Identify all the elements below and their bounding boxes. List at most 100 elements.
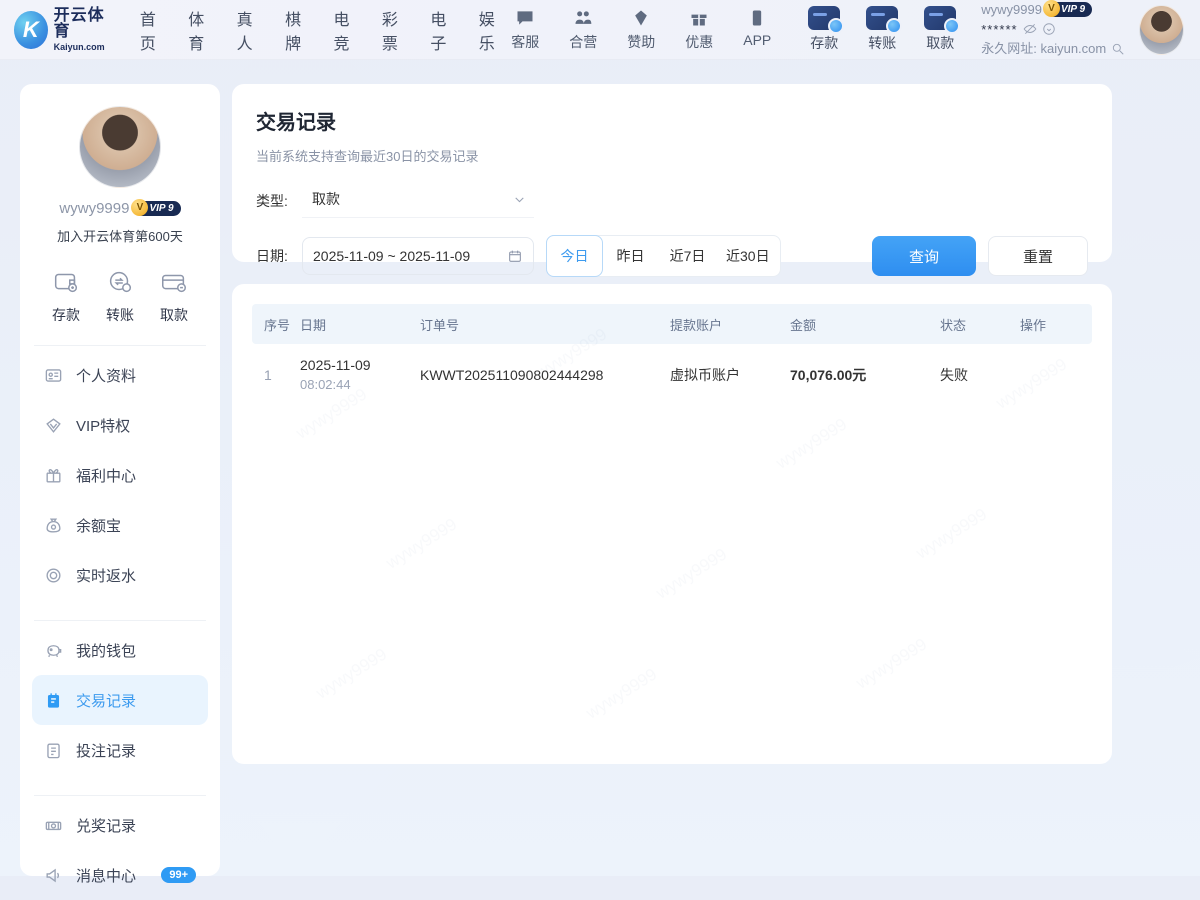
quick-date-today[interactable]: 今日 <box>546 235 603 277</box>
row-account: 虚拟币账户 <box>670 365 790 385</box>
nav-home[interactable]: 首页 <box>140 6 166 54</box>
masked-balance: ****** <box>981 21 1017 39</box>
promo-button[interactable]: 优惠 <box>679 8 719 52</box>
sidebar-withdraw-button[interactable]: 取款 <box>150 267 198 325</box>
bet-record-icon <box>44 741 63 760</box>
nav-esports[interactable]: 电竞 <box>334 6 360 54</box>
sidebar-menu-records: 我的钱包 交易记录 投注记录 <box>32 625 208 775</box>
sponsor-button[interactable]: 赞助 <box>621 8 661 52</box>
quick-date-yesterday[interactable]: 昨日 <box>602 236 659 276</box>
partner-button[interactable]: 合营 <box>563 8 603 52</box>
row-order-no: KWWT202511090802444298 <box>420 367 670 383</box>
table-row: 1 2025-11-09 08:02:44 KWWT20251109080244… <box>252 344 1092 406</box>
row-date: 2025-11-09 08:02:44 <box>300 355 420 394</box>
row-index: 1 <box>252 367 300 383</box>
sidebar-item-welfare[interactable]: 福利中心 <box>32 450 208 500</box>
user-avatar[interactable] <box>1139 5 1184 55</box>
transaction-record-icon <box>44 691 63 710</box>
col-date: 日期 <box>300 315 420 334</box>
app-download-button[interactable]: APP <box>737 8 777 52</box>
nav-slots[interactable]: 电子 <box>430 6 456 54</box>
sidebar-item-transactions[interactable]: 交易记录 <box>32 675 208 725</box>
top-bar: K 开云体育 Kaiyun.com 首页 体育 真人 棋牌 电竞 彩票 电子 娱… <box>0 0 1200 60</box>
row-status: 失败 <box>940 365 1020 385</box>
reset-button[interactable]: 重置 <box>988 236 1088 276</box>
sidebar-menu: 个人资料 VIP特权 福利中心 余额宝 实时返水 <box>32 350 208 600</box>
chat-icon <box>515 8 535 28</box>
chevron-down-icon <box>513 193 526 206</box>
username: wywy9999 <box>981 1 1042 19</box>
quick-date-30days[interactable]: 近30日 <box>716 236 780 276</box>
people-icon <box>573 8 593 28</box>
welfare-gift-icon <box>44 466 63 485</box>
nav-cards[interactable]: 棋牌 <box>285 6 311 54</box>
table-header: 序号 日期 订单号 提款账户 金额 状态 操作 <box>252 304 1092 344</box>
header-actions: 客服 合营 赞助 优惠 APP <box>505 8 777 52</box>
exchange-icon <box>105 267 135 297</box>
diamond-icon <box>631 8 651 28</box>
sidebar-menu-other: 兑奖记录 消息中心 99+ <box>32 800 208 900</box>
sidebar-item-wallet[interactable]: 我的钱包 <box>32 625 208 675</box>
quick-date-7days[interactable]: 近7日 <box>659 236 716 276</box>
megaphone-icon <box>44 866 63 885</box>
magnifier-icon[interactable] <box>1111 42 1125 56</box>
type-select[interactable]: 取款 <box>302 183 534 218</box>
id-card-icon <box>44 366 63 385</box>
brand-logo-icon: K <box>14 11 48 49</box>
sidebar-item-yuebao[interactable]: 余额宝 <box>32 500 208 550</box>
sidebar-item-vip[interactable]: VIP特权 <box>32 400 208 450</box>
sidebar-item-prizes[interactable]: 兑奖记录 <box>32 800 208 850</box>
permanent-url: 永久网址: kaiyun.com <box>981 40 1106 58</box>
nav-lottery[interactable]: 彩票 <box>382 6 408 54</box>
prize-icon <box>44 816 63 835</box>
date-label: 日期: <box>256 246 302 266</box>
row-amount: 70,076.00元 <box>790 365 940 385</box>
sidebar-item-messages[interactable]: 消息中心 99+ <box>32 850 208 900</box>
sidebar-item-bets[interactable]: 投注记录 <box>32 725 208 775</box>
nav-live[interactable]: 真人 <box>237 6 263 54</box>
refresh-balance-icon[interactable] <box>1042 22 1056 36</box>
sidebar-divider <box>34 620 206 621</box>
vip-diamond-icon <box>44 416 63 435</box>
sidebar-transfer-button[interactable]: 转账 <box>96 267 144 325</box>
transfer-button[interactable]: 转账 <box>861 6 903 53</box>
sidebar: wywy9999 VIP 9 加入开云体育第600天 存款 转账 取款 个人资料… <box>20 84 220 876</box>
search-button[interactable]: 查询 <box>872 236 976 276</box>
piggy-bank-icon <box>44 641 63 660</box>
header-money-actions: 存款 转账 取款 <box>803 6 961 53</box>
records-table-card: wywy9999 wywy9999 wywy9999 wywy9999 wywy… <box>232 284 1112 764</box>
profile-username: wywy9999 <box>59 200 129 217</box>
phone-icon <box>747 8 767 28</box>
deposit-card-icon <box>808 6 840 30</box>
profile-vip-badge: VIP 9 <box>135 201 180 216</box>
customer-service-button[interactable]: 客服 <box>505 8 545 52</box>
gift-icon <box>689 8 709 28</box>
vip-badge: VIP 9 <box>1047 2 1092 17</box>
withdraw-button[interactable]: 取款 <box>919 6 961 53</box>
wallet-icon <box>51 267 81 297</box>
rebate-icon <box>44 566 63 585</box>
sidebar-deposit-button[interactable]: 存款 <box>42 267 90 325</box>
sidebar-item-profile[interactable]: 个人资料 <box>32 350 208 400</box>
deposit-button[interactable]: 存款 <box>803 6 845 53</box>
sidebar-divider <box>34 345 206 346</box>
type-label: 类型: <box>256 191 302 211</box>
membership-days: 加入开云体育第600天 <box>32 226 208 245</box>
filter-card: 交易记录 当前系统支持查询最近30日的交易记录 类型: 取款 日期: 2025-… <box>232 84 1112 262</box>
date-range-input[interactable]: 2025-11-09 ~ 2025-11-09 <box>302 237 534 275</box>
nav-sports[interactable]: 体育 <box>188 6 214 54</box>
bank-card-icon <box>159 267 189 297</box>
transfer-card-icon <box>866 6 898 30</box>
page-title: 交易记录 <box>256 106 1088 135</box>
col-account: 提款账户 <box>670 315 790 334</box>
money-bag-icon <box>44 516 63 535</box>
sidebar-quick-actions: 存款 转账 取款 <box>32 267 208 325</box>
sidebar-item-rebate[interactable]: 实时返水 <box>32 550 208 600</box>
eye-off-icon[interactable] <box>1023 22 1037 36</box>
sidebar-divider <box>34 795 206 796</box>
brand-logo[interactable]: K 开云体育 Kaiyun.com <box>14 8 114 52</box>
brand-domain: Kaiyun.com <box>54 43 114 52</box>
col-order: 订单号 <box>420 315 670 334</box>
profile-avatar[interactable] <box>79 106 161 188</box>
nav-entertainment[interactable]: 娱乐 <box>479 6 505 54</box>
